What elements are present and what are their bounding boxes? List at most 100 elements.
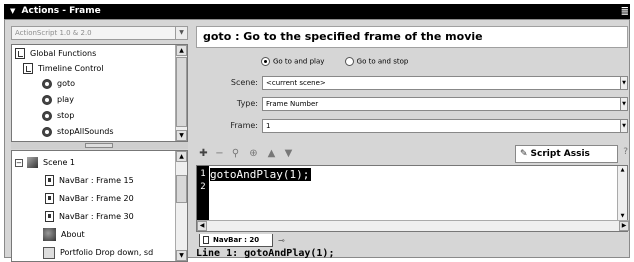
chevron-down-icon[interactable]: ▼ bbox=[175, 27, 187, 39]
nav-item-label: NavBar : Frame 20 bbox=[59, 194, 134, 203]
frame-value: 1 bbox=[266, 122, 271, 130]
scroll-down-icon[interactable]: ▼ bbox=[618, 212, 627, 220]
version-select-value: ActionScript 1.0 & 2.0 bbox=[15, 29, 92, 37]
scroll-thumb[interactable] bbox=[176, 57, 187, 127]
toolbox-item-label: Timeline Control bbox=[38, 64, 104, 73]
nav-item-frame-20[interactable]: NavBar : Frame 20 bbox=[45, 191, 134, 206]
frame-icon bbox=[45, 175, 54, 186]
nav-item-label: NavBar : Frame 30 bbox=[59, 212, 134, 221]
scene-select[interactable]: <current scene> ▼ bbox=[262, 76, 628, 90]
collapse-arrow-icon[interactable]: ▼ bbox=[10, 7, 15, 15]
pin-script-icon[interactable]: ⊸ bbox=[278, 236, 285, 245]
chevron-down-icon[interactable]: ▼ bbox=[620, 119, 628, 133]
nav-item-label: Scene 1 bbox=[43, 158, 76, 167]
button-icon bbox=[43, 246, 55, 259]
chevron-down-icon[interactable]: ▼ bbox=[620, 76, 628, 90]
find-icon[interactable]: ⚲ bbox=[229, 147, 242, 160]
toolbox-item-stopallsounds[interactable]: stopAllSounds bbox=[42, 124, 114, 139]
scene-value: <current scene> bbox=[266, 79, 326, 87]
editor-vertical-scrollbar[interactable]: ▲ ▼ bbox=[617, 166, 627, 220]
splitter-grip[interactable] bbox=[85, 143, 113, 148]
nav-item-label: About bbox=[61, 230, 85, 239]
left-panel: ActionScript 1.0 & 2.0 ▼ Global Function… bbox=[9, 24, 192, 262]
move-down-icon[interactable]: ▼ bbox=[282, 147, 295, 160]
panel-options-icon[interactable]: ≣ bbox=[621, 4, 629, 19]
radio-go-to-and-stop[interactable]: Go to and stop bbox=[344, 57, 408, 66]
toolbox-item-timeline-control[interactable]: Timeline Control bbox=[23, 61, 103, 76]
help-icon[interactable]: ? bbox=[623, 147, 628, 157]
code-area[interactable]: gotoAndPlay(1); bbox=[210, 168, 312, 181]
book-icon bbox=[15, 48, 25, 59]
right-panel: goto : Go to the specified frame of the … bbox=[196, 24, 629, 259]
radio-unselected-icon[interactable] bbox=[344, 57, 354, 66]
remove-action-icon[interactable]: − bbox=[213, 147, 226, 160]
type-select[interactable]: Frame Number ▼ bbox=[262, 97, 628, 111]
tab-label: NavBar : 20 bbox=[213, 236, 260, 244]
action-description: goto : Go to the specified frame of the … bbox=[196, 26, 628, 48]
radio-label: Go to and play bbox=[273, 57, 325, 66]
move-up-icon[interactable]: ▲ bbox=[265, 147, 278, 160]
toolbox-item-label: Global Functions bbox=[30, 49, 97, 58]
toolbox-item-label: stop bbox=[57, 111, 75, 120]
frame-label: Frame: bbox=[230, 121, 258, 130]
toolbox-item-label: stopAllSounds bbox=[57, 127, 114, 136]
line-number-gutter: 1 2 bbox=[197, 166, 209, 220]
radio-go-to-and-play[interactable]: Go to and play bbox=[261, 57, 324, 66]
toolbox-item-label: play bbox=[57, 95, 74, 104]
movieclip-icon bbox=[43, 228, 56, 241]
book-icon bbox=[23, 63, 33, 74]
nav-item-label: Portfolio Drop down, sd bbox=[60, 248, 154, 257]
scroll-thumb[interactable] bbox=[176, 175, 187, 203]
toolbox-scrollbar[interactable]: ▲ ▼ bbox=[175, 45, 187, 141]
nav-item-frame-15[interactable]: NavBar : Frame 15 bbox=[45, 173, 134, 188]
panel-splitter[interactable] bbox=[11, 142, 188, 149]
nav-item-about[interactable]: About bbox=[43, 227, 85, 242]
toolbox-item-global-functions[interactable]: Global Functions bbox=[15, 46, 96, 61]
nav-item-portfolio[interactable]: Portfolio Drop down, sd bbox=[43, 245, 153, 260]
code-line-selected[interactable]: gotoAndPlay(1); bbox=[210, 168, 312, 181]
frame-icon bbox=[45, 193, 54, 204]
script-navigator: − Scene 1 NavBar : Frame 15 NavBar : Fram… bbox=[11, 150, 188, 262]
nav-item-scene[interactable]: − Scene 1 bbox=[15, 155, 75, 170]
action-icon bbox=[42, 94, 52, 105]
insert-target-path-icon[interactable]: ⊕ bbox=[247, 147, 260, 160]
scroll-right-icon[interactable]: ▶ bbox=[619, 221, 629, 231]
editor-horizontal-scrollbar[interactable]: ◀ ▶ bbox=[197, 220, 629, 231]
status-bar: Line 1: gotoAndPlay(1); bbox=[196, 248, 335, 259]
scroll-down-icon[interactable]: ▼ bbox=[176, 130, 187, 141]
script-toolbar: ✚ − ⚲ ⊕ ▲ ▼ ✎ Script Assis ? bbox=[196, 144, 628, 164]
nav-item-label: NavBar : Frame 15 bbox=[59, 176, 134, 185]
frame-input[interactable]: 1 ▼ bbox=[262, 119, 628, 133]
script-tab-bar: NavBar : 20 ⊸ bbox=[196, 233, 628, 247]
script-assist-label: Script Assis bbox=[530, 149, 590, 159]
scroll-up-icon[interactable]: ▲ bbox=[618, 166, 627, 174]
goto-mode-radios: Go to and play Go to and stop bbox=[261, 57, 426, 66]
chevron-down-icon[interactable]: ▼ bbox=[620, 97, 628, 111]
frame-icon bbox=[45, 211, 54, 222]
toolbox-item-goto[interactable]: goto bbox=[42, 76, 75, 91]
add-action-icon[interactable]: ✚ bbox=[197, 147, 210, 160]
actions-toolbox: Global Functions Timeline Control goto p… bbox=[11, 44, 188, 142]
nav-item-frame-30[interactable]: NavBar : Frame 30 bbox=[45, 209, 134, 224]
scroll-down-icon[interactable]: ▼ bbox=[176, 250, 187, 261]
line-number: 2 bbox=[200, 182, 206, 192]
action-icon bbox=[42, 78, 52, 89]
line-number: 1 bbox=[200, 169, 206, 179]
tab-navbar-20[interactable]: NavBar : 20 bbox=[199, 234, 273, 247]
radio-selected-icon[interactable] bbox=[261, 57, 270, 66]
action-icon bbox=[42, 126, 52, 137]
toolbox-item-label: goto bbox=[57, 79, 76, 88]
navigator-scrollbar[interactable]: ▲ ▼ bbox=[175, 151, 187, 261]
panel-title: Actions - Frame bbox=[21, 6, 101, 16]
panel-title-bar[interactable]: ▼ Actions - Frame ≣ bbox=[4, 4, 630, 19]
toolbox-item-play[interactable]: play bbox=[42, 92, 74, 107]
scroll-up-icon[interactable]: ▲ bbox=[176, 45, 187, 56]
scroll-up-icon[interactable]: ▲ bbox=[176, 151, 187, 162]
toolbox-item-stop[interactable]: stop bbox=[42, 108, 74, 123]
script-assist-button[interactable]: ✎ Script Assis bbox=[515, 145, 618, 163]
scroll-left-icon[interactable]: ◀ bbox=[197, 221, 207, 231]
actionscript-version-select[interactable]: ActionScript 1.0 & 2.0 ▼ bbox=[11, 26, 188, 40]
frame-icon bbox=[203, 236, 209, 244]
script-editor[interactable]: 1 2 gotoAndPlay(1); ▲ ▼ ◀ ▶ bbox=[196, 165, 629, 232]
collapse-icon[interactable]: − bbox=[15, 158, 23, 167]
